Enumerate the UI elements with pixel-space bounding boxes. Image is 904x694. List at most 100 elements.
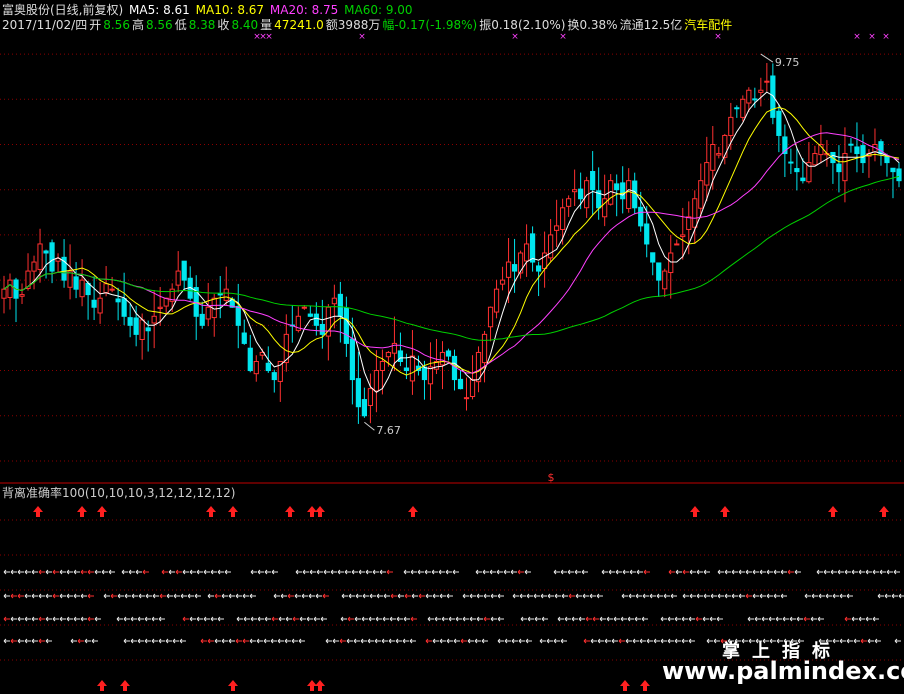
candle-body (626, 180, 632, 209)
indicator-arrow (353, 638, 360, 644)
indicator-arrow (702, 616, 709, 622)
indicator-arrow (780, 569, 787, 575)
indicator-arrow (467, 638, 474, 644)
indicator-arrow (574, 569, 581, 575)
indicator-arrow (560, 638, 567, 644)
candle-body (511, 264, 518, 272)
candle-body (271, 372, 277, 381)
indicator-arrow (761, 616, 768, 622)
indicator-arrow (867, 638, 874, 644)
indicator-arrow (264, 616, 271, 622)
candle-body (181, 260, 187, 281)
candle-body (746, 89, 752, 104)
indicator-arrow (128, 569, 135, 575)
candle-body (217, 293, 223, 296)
indicator-arrow (182, 616, 189, 622)
indicator-arrow (469, 593, 476, 599)
indicator-arrow (308, 593, 315, 599)
indicator-arrow (618, 638, 625, 644)
indicator-arrow (894, 638, 901, 644)
indicator-arrow (439, 593, 446, 599)
top-marker: × (358, 32, 366, 42)
indicator-arrow (615, 569, 622, 575)
indicator-arrow (446, 638, 453, 644)
indicator-arrow (539, 638, 546, 644)
indicator-arrow (891, 593, 898, 599)
indicator-arrow (224, 569, 231, 575)
candle-body (848, 143, 854, 146)
indicator-arrow (3, 593, 10, 599)
indicator-arrow (608, 569, 615, 575)
indicator-arrow (292, 616, 299, 622)
indicator-arrow (313, 616, 320, 622)
candle-body (722, 134, 728, 158)
indicator-arrow (717, 569, 724, 575)
indicator-arrow (641, 616, 648, 622)
indicator-arrow (695, 616, 702, 622)
candle-body (884, 155, 890, 164)
indicator-arrow (858, 569, 865, 575)
indicator-arrow (354, 616, 361, 622)
candle-body (199, 313, 205, 326)
indicator-arrow (804, 593, 811, 599)
candle-body (469, 379, 476, 398)
ma10-value: MA10: 8.67 (195, 3, 265, 17)
indicator-arrow (66, 616, 73, 622)
candle-body (85, 282, 91, 296)
candle-body (7, 279, 13, 299)
indicator-arrow (526, 593, 533, 599)
candle-body (554, 225, 560, 231)
ma5-value: MA5: 8.61 (129, 3, 190, 17)
indicator-arrow (396, 616, 403, 622)
indicator-arrow (625, 638, 632, 644)
indicator-arrow (31, 638, 38, 644)
indicator-arrow (315, 593, 322, 599)
indicator-arrow (780, 593, 787, 599)
candle-body (343, 307, 349, 344)
candle-body (638, 206, 644, 227)
indicator-arrow (696, 593, 703, 599)
indicator-arrow (511, 638, 518, 644)
candle-body (301, 306, 307, 309)
indicator-arrow (851, 569, 858, 575)
indicator-arrow (3, 616, 10, 622)
indicator-arrow (271, 569, 278, 575)
close-value: 8.40 (231, 18, 259, 32)
indicator-arrow (789, 616, 796, 622)
indicator-arrow (731, 593, 738, 599)
indicator-arrow (158, 638, 165, 644)
up-arrow (315, 680, 325, 691)
candle-body (620, 182, 626, 200)
indicator-arrow (476, 616, 483, 622)
indicator-arrow (689, 569, 696, 575)
candle-body (800, 177, 806, 182)
indicator-arrow (270, 638, 277, 644)
indicator-arrow (844, 616, 851, 622)
indicator-arrow (632, 638, 639, 644)
indicator-arrow (346, 638, 353, 644)
float-value: 流通12.5亿 (619, 18, 683, 32)
indicator-arrow (818, 593, 825, 599)
indicator-arrow (194, 593, 201, 599)
indicator-arrow (322, 593, 329, 599)
indicator-arrow (52, 616, 59, 622)
indicator-arrow (893, 569, 900, 575)
date: 2017/11/02/四 (2, 18, 88, 32)
candle-body (439, 351, 446, 366)
indicator-arrow (137, 616, 144, 622)
top-marker: × (714, 32, 722, 42)
indicator-arrow (643, 569, 650, 575)
indicator-arrow (351, 569, 358, 575)
indicator-arrow (264, 569, 271, 575)
top-marker: × (868, 32, 876, 42)
indicator-arrow (382, 616, 389, 622)
candle-body (409, 355, 416, 382)
candle-body (836, 163, 842, 173)
indicator-arrow (796, 616, 803, 622)
indicator-arrow (389, 616, 396, 622)
indicator-arrow (236, 616, 243, 622)
indicator-arrow (601, 569, 608, 575)
candle-body (650, 252, 656, 263)
candle-body (139, 319, 145, 340)
indicator-arrow (646, 638, 653, 644)
